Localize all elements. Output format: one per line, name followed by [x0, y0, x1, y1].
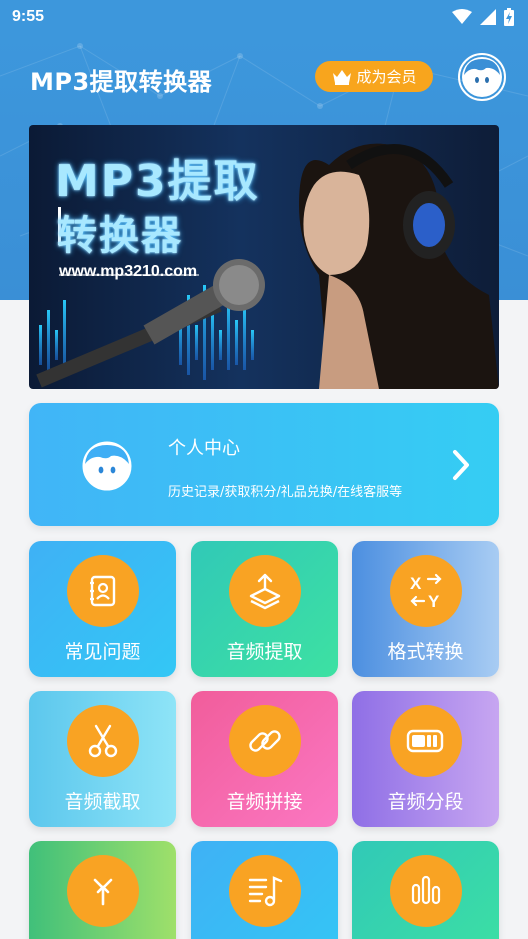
- wifi-icon: [452, 9, 472, 24]
- status-icons: [452, 8, 514, 26]
- tile-audio-join[interactable]: 音频拼接: [191, 691, 338, 827]
- merge-arrow-icon: [67, 855, 139, 927]
- promo-banner[interactable]: MP3提取 转换器 www.mp3210.com: [29, 125, 499, 389]
- chevron-right-icon: [453, 450, 469, 480]
- banner-title-line1: MP3提取: [55, 156, 260, 207]
- tile-label: 音频提取: [226, 641, 303, 663]
- tile-equalizer[interactable]: [352, 841, 499, 939]
- crown-vip-icon: [333, 69, 352, 85]
- tile-audio-extract[interactable]: 音频提取: [191, 541, 338, 677]
- tile-label: 音频截取: [64, 791, 141, 813]
- banner-url: www.mp3210.com: [59, 263, 198, 280]
- document-icon: [67, 555, 139, 627]
- svg-text:X: X: [410, 574, 422, 593]
- scissors-icon: [67, 705, 139, 777]
- tile-format-convert[interactable]: X Y 格式转换: [352, 541, 499, 677]
- personal-center-title: 个人中心: [168, 438, 240, 459]
- tile-merge[interactable]: [29, 841, 176, 939]
- avatar-face-icon: [462, 57, 502, 97]
- link-icon: [229, 705, 301, 777]
- tile-label: 常见问题: [64, 641, 141, 663]
- tile-label: 音频分段: [387, 791, 464, 813]
- tile-faq[interactable]: 常见问题: [29, 541, 176, 677]
- status-time: 9:55: [12, 8, 45, 25]
- banner-title-line2: 转换器: [57, 213, 183, 259]
- user-avatar[interactable]: [458, 53, 506, 101]
- signal-icon: [480, 9, 496, 25]
- app-title: MP3提取转换器: [30, 68, 213, 96]
- equalizer-icon: [390, 855, 462, 927]
- personal-center-card[interactable]: 个人中心 历史记录/获取积分/礼品兑换/在线客服等: [29, 403, 499, 526]
- swap-xy-icon: X Y: [390, 555, 462, 627]
- svg-text:Y: Y: [428, 592, 440, 611]
- tile-label: 音频拼接: [226, 791, 303, 813]
- layers-upload-icon: [229, 555, 301, 627]
- tile-audio-cut[interactable]: 音频截取: [29, 691, 176, 827]
- become-member-button[interactable]: 成为会员: [315, 61, 433, 92]
- tile-label: 格式转换: [387, 641, 464, 663]
- personal-avatar-icon: [82, 441, 132, 491]
- become-member-label: 成为会员: [356, 68, 417, 86]
- music-list-icon: [229, 855, 301, 927]
- status-bar: 9:55: [0, 0, 528, 36]
- personal-center-description: 历史记录/获取积分/礼品兑换/在线客服等: [168, 485, 403, 500]
- tile-music-list[interactable]: [191, 841, 338, 939]
- battery-segment-icon: [390, 705, 462, 777]
- battery-icon: [504, 8, 514, 26]
- tile-audio-segment[interactable]: 音频分段: [352, 691, 499, 827]
